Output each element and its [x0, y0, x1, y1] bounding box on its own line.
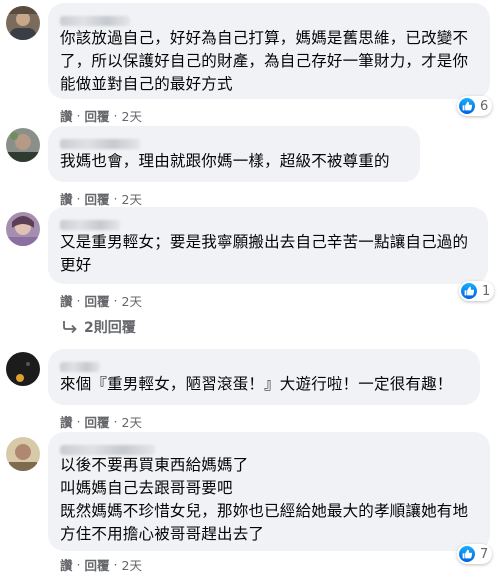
comment-author-name[interactable] [60, 440, 478, 455]
comment-bubble: 來個『重男輕女，陋習滾蛋！』大遊行啦！一定很有趣！ [48, 349, 480, 405]
separator: · [113, 108, 118, 123]
reply-link[interactable]: 回覆 [85, 412, 110, 431]
comment-actions: 讚 · 回覆 · 2天 [60, 555, 142, 574]
thumbs-up-icon [461, 283, 477, 299]
like-link[interactable]: 讚 [60, 291, 73, 310]
reaction-count: 7 [480, 546, 489, 562]
comment-bubble: 以後不要再買東西給媽媽了 叫媽媽自己去跟哥哥要吧 既然媽媽不珍惜女兒，那妳也已經… [48, 432, 490, 551]
separator: · [76, 414, 81, 429]
timestamp[interactable]: 2天 [122, 291, 142, 310]
reply-link[interactable]: 回覆 [85, 189, 110, 208]
reaction-count-badge[interactable]: 7 [457, 544, 493, 564]
timestamp[interactable]: 2天 [122, 189, 142, 208]
reply-link[interactable]: 回覆 [85, 555, 110, 574]
replies-count-label: 2則回覆 [84, 320, 136, 336]
timestamp[interactable]: 2天 [122, 412, 142, 431]
thumbs-up-icon [459, 98, 475, 114]
comment-text: 我媽也會，理由就跟你媽一樣，超級不被尊重的 [60, 152, 390, 170]
reply-link[interactable]: 回覆 [85, 291, 110, 310]
separator: · [76, 293, 81, 308]
timestamp[interactable]: 2天 [122, 106, 142, 125]
comment-actions: 讚 · 回覆 · 2天 [60, 189, 142, 208]
comment-author-name[interactable] [60, 357, 468, 372]
comment-actions: 讚 · 回覆 · 2天 [60, 291, 142, 310]
comment-text: 你該放過自己，好好為自己打算，媽媽是舊思維，已改變不了，所以保護好自己的財產，為… [60, 29, 469, 93]
avatar[interactable] [6, 212, 40, 246]
comment-bubble: 又是重男輕女；要是我寧願搬出去自己辛苦一點讓自己過的更好 [48, 207, 488, 284]
separator: · [76, 108, 81, 123]
comment-bubble: 你該放過自己，好好為自己打算，媽媽是舊思維，已改變不了，所以保護好自己的財產，為… [48, 3, 490, 99]
thumbs-up-icon [459, 546, 475, 562]
separator: · [113, 191, 118, 206]
timestamp[interactable]: 2天 [122, 555, 142, 574]
reply-link[interactable]: 回覆 [85, 106, 110, 125]
comment-bubble: 我媽也會，理由就跟你媽一樣，超級不被尊重的 [48, 126, 420, 182]
comment-author-name[interactable] [60, 215, 476, 230]
reaction-count-badge[interactable]: 6 [457, 96, 493, 116]
avatar[interactable] [6, 352, 40, 386]
view-replies-link[interactable]: 2則回覆 [62, 317, 136, 337]
avatar[interactable] [6, 437, 40, 471]
reaction-count-badge[interactable]: 1 [459, 281, 495, 301]
comment-author-name[interactable] [60, 11, 478, 26]
comment-text: 以後不要再買東西給媽媽了 叫媽媽自己去跟哥哥要吧 既然媽媽不珍惜女兒，那妳也已經… [60, 456, 469, 543]
separator: · [76, 191, 81, 206]
like-link[interactable]: 讚 [60, 106, 73, 125]
comment-text: 又是重男輕女；要是我寧願搬出去自己辛苦一點讓自己過的更好 [60, 233, 469, 274]
like-link[interactable]: 讚 [60, 555, 73, 574]
like-link[interactable]: 讚 [60, 189, 73, 208]
comment-author-name[interactable] [60, 134, 408, 149]
comment-actions: 讚 · 回覆 · 2天 [60, 106, 142, 125]
like-link[interactable]: 讚 [60, 412, 73, 431]
comment-actions: 讚 · 回覆 · 2天 [60, 412, 142, 431]
separator: · [113, 414, 118, 429]
comment-text: 來個『重男輕女，陋習滾蛋！』大遊行啦！一定很有趣！ [60, 375, 453, 393]
avatar[interactable] [6, 128, 40, 162]
reaction-count: 6 [480, 98, 489, 114]
separator: · [113, 293, 118, 308]
reaction-count: 1 [482, 283, 491, 299]
reply-arrow-icon [63, 321, 77, 334]
avatar[interactable] [6, 6, 40, 40]
